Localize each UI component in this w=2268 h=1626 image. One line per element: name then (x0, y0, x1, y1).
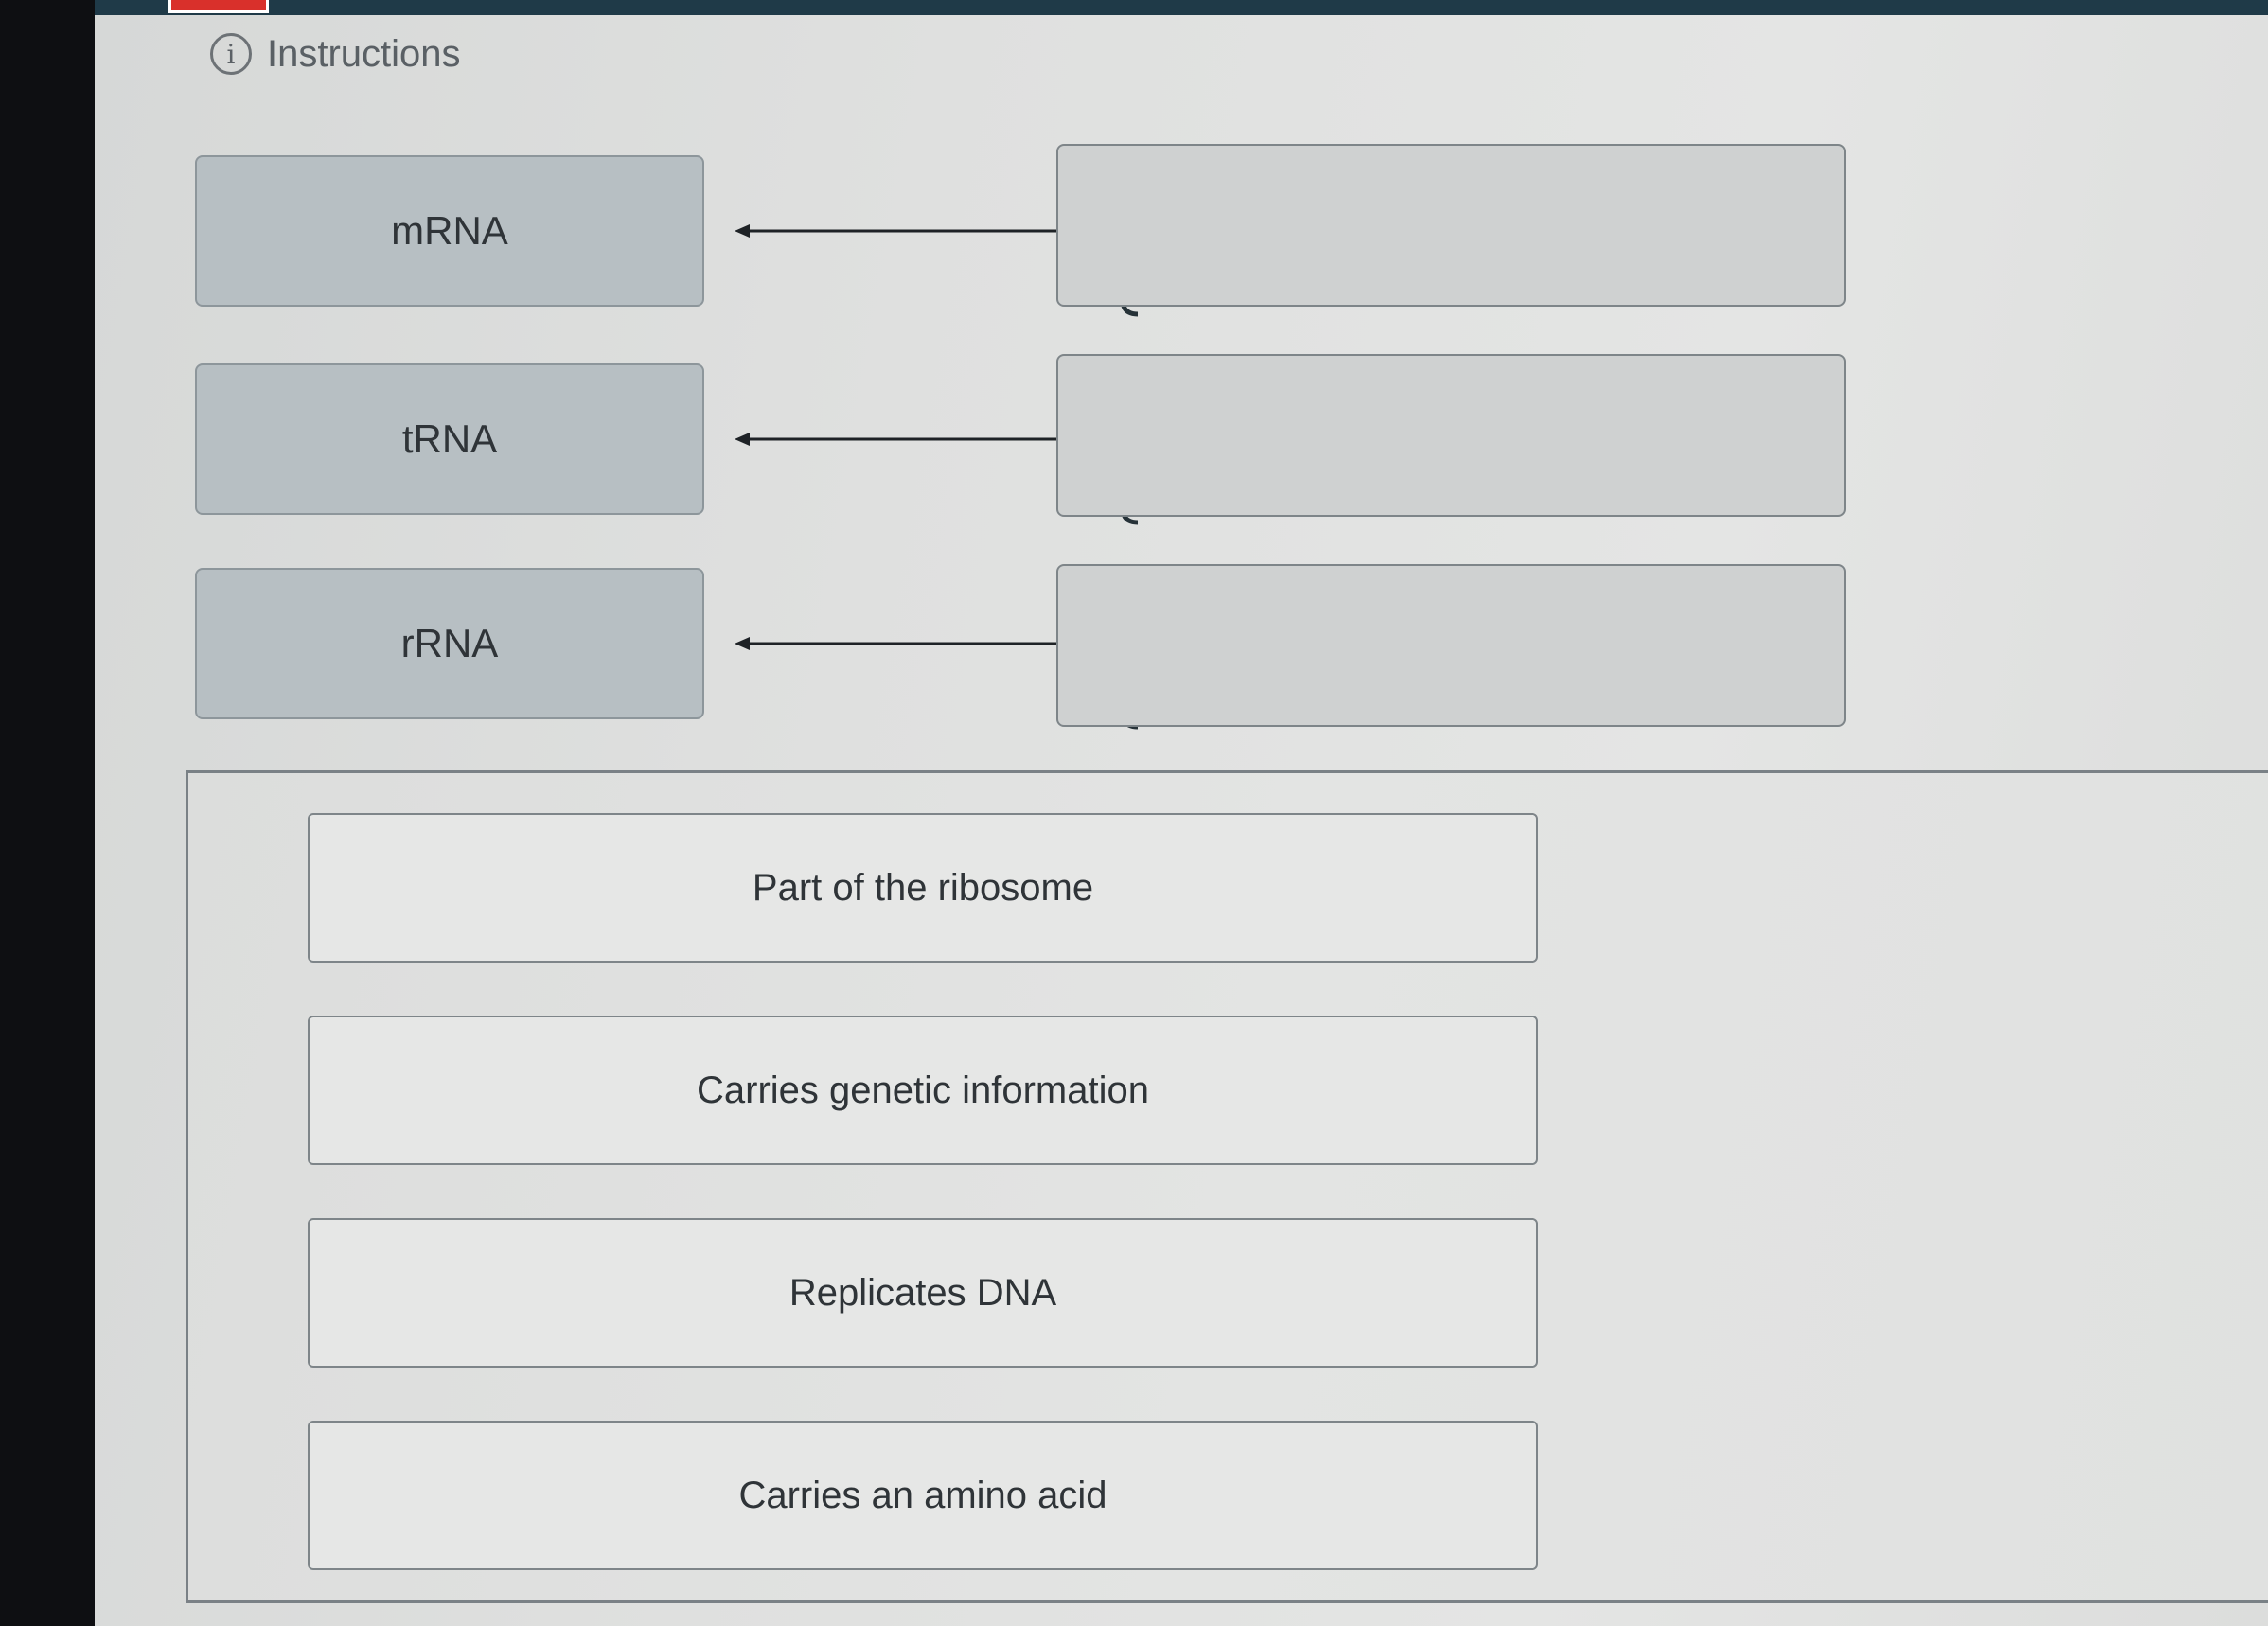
double-arrow-icon (735, 224, 1081, 238)
answer-bank: Part of the ribosome Carries genetic inf… (186, 770, 2268, 1603)
term-trna[interactable]: tRNA (195, 363, 704, 515)
drop-zone-trna[interactable] (1056, 354, 1846, 517)
connector-trna (735, 433, 1081, 446)
choice-carries-amino-acid[interactable]: Carries an amino acid (308, 1421, 1538, 1570)
double-arrow-icon (735, 637, 1081, 650)
term-mrna[interactable]: mRNA (195, 155, 704, 307)
connector-rrna (735, 637, 1081, 650)
drop-zone-rrna[interactable] (1056, 564, 1846, 727)
drop-zone-mrna[interactable] (1056, 144, 1846, 307)
choice-carries-genetic-information[interactable]: Carries genetic information (308, 1016, 1538, 1165)
activity-screen: i Instructions mRNA tRNA rRNA Part of th… (95, 0, 2268, 1626)
term-rrna[interactable]: rRNA (195, 568, 704, 719)
top-bar (95, 0, 2268, 15)
double-arrow-icon (735, 433, 1081, 446)
instructions-label: Instructions (267, 32, 461, 75)
choice-replicates-dna[interactable]: Replicates DNA (308, 1218, 1538, 1368)
choice-part-of-ribosome[interactable]: Part of the ribosome (308, 813, 1538, 963)
connector-mrna (735, 224, 1081, 238)
top-accent-tab (168, 0, 269, 13)
instructions-toggle[interactable]: i Instructions (210, 28, 461, 80)
info-icon: i (210, 33, 252, 75)
